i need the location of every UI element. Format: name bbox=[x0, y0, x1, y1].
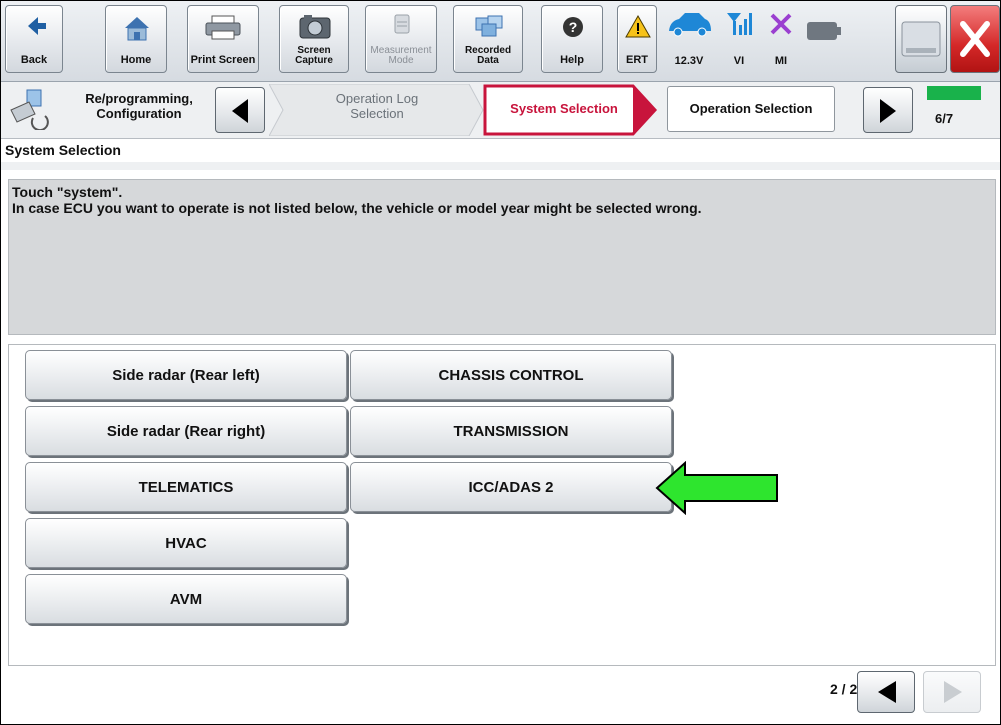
close-button[interactable] bbox=[950, 5, 1000, 73]
home-button[interactable]: Home bbox=[105, 5, 167, 73]
navigation-bar: Re/programming, Configuration Operation … bbox=[1, 82, 1000, 139]
mi-disconnected-icon bbox=[770, 13, 792, 35]
nav-back-button[interactable] bbox=[215, 87, 265, 133]
step-operation-selection[interactable]: Operation Selection bbox=[669, 101, 833, 116]
progress-bar bbox=[927, 86, 981, 100]
triangle-right-icon bbox=[944, 681, 962, 703]
page-title: System Selection bbox=[1, 139, 1000, 161]
signal-icon bbox=[727, 13, 752, 35]
car-icon bbox=[669, 13, 711, 37]
system-button-telematics[interactable]: TELEMATICS bbox=[25, 462, 347, 512]
app-window: Back Home Print Screen Screen Capture Me… bbox=[0, 0, 1001, 725]
minimize-icon bbox=[901, 21, 941, 57]
vi-connection-indicator: VI bbox=[719, 7, 759, 69]
screen-capture-button[interactable]: Screen Capture bbox=[279, 5, 349, 73]
step-operation-log[interactable]: Operation Log Selection bbox=[297, 91, 457, 121]
system-button-chassis-control[interactable]: CHASSIS CONTROL bbox=[350, 350, 672, 400]
system-button-transmission[interactable]: TRANSMISSION bbox=[350, 406, 672, 456]
gauge-icon bbox=[394, 14, 410, 34]
divider bbox=[1, 162, 1000, 170]
triangle-left-icon bbox=[878, 681, 896, 703]
warning-icon bbox=[625, 14, 651, 38]
next-page-button[interactable] bbox=[923, 671, 981, 713]
back-button[interactable]: Back bbox=[5, 5, 63, 73]
help-icon: ? bbox=[563, 17, 583, 37]
step-system-selection[interactable]: System Selection bbox=[489, 101, 639, 116]
toolbar: Back Home Print Screen Screen Capture Me… bbox=[1, 1, 1000, 82]
instruction-line-1: Touch "system". bbox=[12, 184, 123, 200]
measurement-mode-button[interactable]: Measurement Mode bbox=[365, 5, 437, 73]
system-button-hvac[interactable]: HVAC bbox=[25, 518, 347, 568]
svg-text:?: ? bbox=[569, 19, 578, 35]
page-indicator: 2 / 2 bbox=[830, 681, 858, 697]
camera-icon bbox=[299, 15, 331, 39]
triangle-left-icon bbox=[232, 99, 248, 123]
instruction-line-2: In case ECU you want to operate is not l… bbox=[12, 200, 702, 216]
battery-icon bbox=[807, 22, 841, 40]
print-screen-button[interactable]: Print Screen bbox=[187, 5, 259, 73]
recorded-data-icon bbox=[475, 15, 503, 37]
system-button-side-radar-rear-right[interactable]: Side radar (Rear right) bbox=[25, 406, 347, 456]
triangle-right-icon bbox=[880, 99, 896, 123]
system-button-icc-adas-2[interactable]: ICC/ADAS 2 bbox=[350, 462, 672, 512]
ert-button[interactable]: ERT bbox=[617, 5, 657, 73]
minimize-button[interactable] bbox=[895, 5, 947, 73]
recorded-data-button[interactable]: Recorded Data bbox=[453, 5, 523, 73]
reprogramming-icon bbox=[10, 89, 49, 130]
battery-voltage-indicator: 12.3V bbox=[661, 7, 717, 69]
back-arrow-icon bbox=[28, 17, 46, 35]
help-button[interactable]: ? Help bbox=[541, 5, 603, 73]
step-counter: 6/7 bbox=[935, 111, 954, 126]
system-button-side-radar-rear-left[interactable]: Side radar (Rear left) bbox=[25, 350, 347, 400]
printer-icon bbox=[205, 15, 241, 40]
home-icon bbox=[125, 17, 149, 41]
system-button-avm[interactable]: AVM bbox=[25, 574, 347, 624]
prev-page-button[interactable] bbox=[857, 671, 915, 713]
mi-connection-indicator: MI bbox=[763, 7, 799, 69]
nav-forward-button[interactable] bbox=[863, 87, 913, 133]
callout-arrow-icon bbox=[655, 461, 778, 515]
mode-label: Re/programming, Configuration bbox=[85, 91, 193, 121]
close-icon bbox=[960, 21, 990, 57]
instruction-message: Touch "system". In case ECU you want to … bbox=[8, 179, 996, 335]
